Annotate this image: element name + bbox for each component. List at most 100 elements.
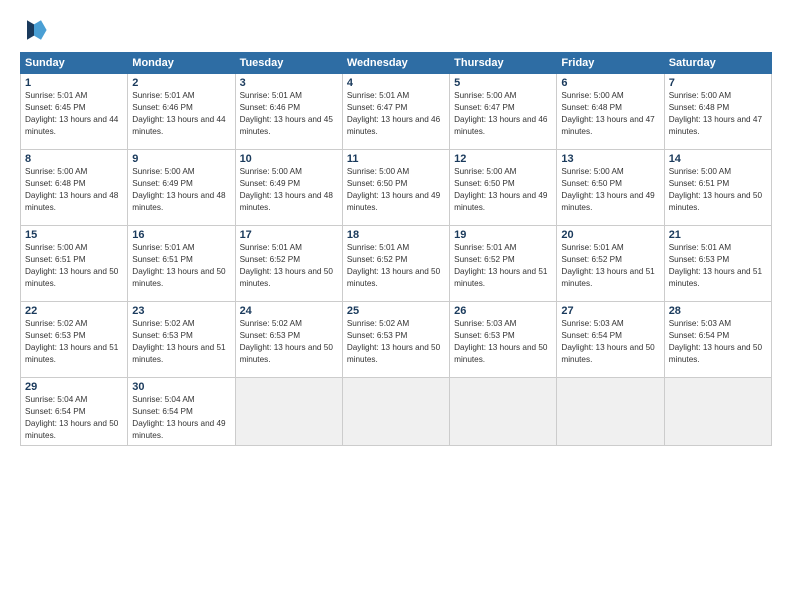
calendar-cell: 30Sunrise: 5:04 AMSunset: 6:54 PMDayligh…	[128, 378, 235, 446]
day-info: Sunrise: 5:00 AMSunset: 6:49 PMDaylight:…	[132, 166, 230, 214]
day-number: 4	[347, 77, 445, 89]
day-info: Sunrise: 5:00 AMSunset: 6:48 PMDaylight:…	[561, 90, 659, 138]
calendar-cell: 10Sunrise: 5:00 AMSunset: 6:49 PMDayligh…	[235, 150, 342, 226]
day-info: Sunrise: 5:00 AMSunset: 6:50 PMDaylight:…	[454, 166, 552, 214]
calendar-cell: 2Sunrise: 5:01 AMSunset: 6:46 PMDaylight…	[128, 74, 235, 150]
day-number: 14	[669, 153, 767, 165]
calendar-cell: 6Sunrise: 5:00 AMSunset: 6:48 PMDaylight…	[557, 74, 664, 150]
calendar-cell: 25Sunrise: 5:02 AMSunset: 6:53 PMDayligh…	[342, 302, 449, 378]
weekday-header: Monday	[128, 53, 235, 74]
day-info: Sunrise: 5:02 AMSunset: 6:53 PMDaylight:…	[132, 318, 230, 366]
day-info: Sunrise: 5:01 AMSunset: 6:52 PMDaylight:…	[347, 242, 445, 290]
calendar-week-row: 15Sunrise: 5:00 AMSunset: 6:51 PMDayligh…	[21, 226, 772, 302]
day-info: Sunrise: 5:01 AMSunset: 6:51 PMDaylight:…	[132, 242, 230, 290]
day-number: 9	[132, 153, 230, 165]
day-info: Sunrise: 5:02 AMSunset: 6:53 PMDaylight:…	[240, 318, 338, 366]
day-number: 25	[347, 305, 445, 317]
calendar-cell: 23Sunrise: 5:02 AMSunset: 6:53 PMDayligh…	[128, 302, 235, 378]
day-info: Sunrise: 5:01 AMSunset: 6:53 PMDaylight:…	[669, 242, 767, 290]
calendar-cell: 5Sunrise: 5:00 AMSunset: 6:47 PMDaylight…	[450, 74, 557, 150]
calendar-cell: 20Sunrise: 5:01 AMSunset: 6:52 PMDayligh…	[557, 226, 664, 302]
calendar-cell: 3Sunrise: 5:01 AMSunset: 6:46 PMDaylight…	[235, 74, 342, 150]
logo	[20, 16, 50, 44]
calendar-cell: 17Sunrise: 5:01 AMSunset: 6:52 PMDayligh…	[235, 226, 342, 302]
calendar-cell: 11Sunrise: 5:00 AMSunset: 6:50 PMDayligh…	[342, 150, 449, 226]
calendar-cell	[450, 378, 557, 446]
day-number: 24	[240, 305, 338, 317]
weekday-header: Wednesday	[342, 53, 449, 74]
calendar-cell: 26Sunrise: 5:03 AMSunset: 6:53 PMDayligh…	[450, 302, 557, 378]
day-number: 17	[240, 229, 338, 241]
calendar-cell	[342, 378, 449, 446]
weekday-header: Sunday	[21, 53, 128, 74]
page: SundayMondayTuesdayWednesdayThursdayFrid…	[0, 0, 792, 612]
calendar-cell: 28Sunrise: 5:03 AMSunset: 6:54 PMDayligh…	[664, 302, 771, 378]
day-info: Sunrise: 5:04 AMSunset: 6:54 PMDaylight:…	[25, 394, 123, 442]
day-number: 15	[25, 229, 123, 241]
calendar-week-row: 1Sunrise: 5:01 AMSunset: 6:45 PMDaylight…	[21, 74, 772, 150]
day-info: Sunrise: 5:01 AMSunset: 6:46 PMDaylight:…	[240, 90, 338, 138]
day-info: Sunrise: 5:00 AMSunset: 6:48 PMDaylight:…	[669, 90, 767, 138]
calendar-cell	[557, 378, 664, 446]
day-info: Sunrise: 5:00 AMSunset: 6:48 PMDaylight:…	[25, 166, 123, 214]
header	[20, 16, 772, 44]
calendar-header-row: SundayMondayTuesdayWednesdayThursdayFrid…	[21, 53, 772, 74]
weekday-header: Friday	[557, 53, 664, 74]
day-info: Sunrise: 5:00 AMSunset: 6:50 PMDaylight:…	[561, 166, 659, 214]
day-number: 26	[454, 305, 552, 317]
calendar-cell: 18Sunrise: 5:01 AMSunset: 6:52 PMDayligh…	[342, 226, 449, 302]
calendar-cell: 16Sunrise: 5:01 AMSunset: 6:51 PMDayligh…	[128, 226, 235, 302]
calendar-cell: 14Sunrise: 5:00 AMSunset: 6:51 PMDayligh…	[664, 150, 771, 226]
calendar-cell: 1Sunrise: 5:01 AMSunset: 6:45 PMDaylight…	[21, 74, 128, 150]
day-number: 18	[347, 229, 445, 241]
day-number: 6	[561, 77, 659, 89]
logo-icon	[20, 16, 48, 44]
day-number: 7	[669, 77, 767, 89]
calendar-cell: 22Sunrise: 5:02 AMSunset: 6:53 PMDayligh…	[21, 302, 128, 378]
day-info: Sunrise: 5:01 AMSunset: 6:47 PMDaylight:…	[347, 90, 445, 138]
day-number: 3	[240, 77, 338, 89]
day-number: 5	[454, 77, 552, 89]
day-number: 16	[132, 229, 230, 241]
day-number: 21	[669, 229, 767, 241]
day-number: 8	[25, 153, 123, 165]
calendar-cell: 12Sunrise: 5:00 AMSunset: 6:50 PMDayligh…	[450, 150, 557, 226]
weekday-header: Thursday	[450, 53, 557, 74]
day-number: 11	[347, 153, 445, 165]
day-info: Sunrise: 5:03 AMSunset: 6:54 PMDaylight:…	[669, 318, 767, 366]
day-info: Sunrise: 5:01 AMSunset: 6:52 PMDaylight:…	[240, 242, 338, 290]
day-number: 27	[561, 305, 659, 317]
day-info: Sunrise: 5:00 AMSunset: 6:47 PMDaylight:…	[454, 90, 552, 138]
day-number: 2	[132, 77, 230, 89]
day-info: Sunrise: 5:01 AMSunset: 6:45 PMDaylight:…	[25, 90, 123, 138]
calendar-body: 1Sunrise: 5:01 AMSunset: 6:45 PMDaylight…	[21, 74, 772, 446]
day-info: Sunrise: 5:03 AMSunset: 6:54 PMDaylight:…	[561, 318, 659, 366]
day-info: Sunrise: 5:04 AMSunset: 6:54 PMDaylight:…	[132, 394, 230, 442]
day-info: Sunrise: 5:01 AMSunset: 6:52 PMDaylight:…	[561, 242, 659, 290]
calendar-cell: 15Sunrise: 5:00 AMSunset: 6:51 PMDayligh…	[21, 226, 128, 302]
calendar-cell	[235, 378, 342, 446]
day-info: Sunrise: 5:00 AMSunset: 6:51 PMDaylight:…	[669, 166, 767, 214]
calendar-cell	[664, 378, 771, 446]
day-info: Sunrise: 5:00 AMSunset: 6:51 PMDaylight:…	[25, 242, 123, 290]
calendar-cell: 21Sunrise: 5:01 AMSunset: 6:53 PMDayligh…	[664, 226, 771, 302]
calendar-cell: 9Sunrise: 5:00 AMSunset: 6:49 PMDaylight…	[128, 150, 235, 226]
day-number: 30	[132, 381, 230, 393]
calendar-week-row: 22 Sunrise: 5:02 AMSunset: 6:53 PMDayligh…	[21, 302, 772, 378]
calendar-week-row: 29Sunrise: 5:04 AMSunset: 6:54 PMDayligh…	[21, 378, 772, 446]
calendar-cell: 24Sunrise: 5:02 AMSunset: 6:53 PMDayligh…	[235, 302, 342, 378]
day-number: 13	[561, 153, 659, 165]
day-number: 22	[25, 305, 123, 317]
day-number: 12	[454, 153, 552, 165]
weekday-header: Saturday	[664, 53, 771, 74]
day-number: 20	[561, 229, 659, 241]
day-number: 10	[240, 153, 338, 165]
day-info: Sunrise: 5:00 AMSunset: 6:49 PMDaylight:…	[240, 166, 338, 214]
day-info: Sunrise: 5:02 AMSunset: 6:53 PMDaylight:…	[347, 318, 445, 366]
calendar-cell: 27Sunrise: 5:03 AMSunset: 6:54 PMDayligh…	[557, 302, 664, 378]
day-info: Sunrise: 5:01 AMSunset: 6:52 PMDaylight:…	[454, 242, 552, 290]
day-number: 1	[25, 77, 123, 89]
calendar-cell: 7Sunrise: 5:00 AMSunset: 6:48 PMDaylight…	[664, 74, 771, 150]
day-number: 23	[132, 305, 230, 317]
calendar-week-row: 8Sunrise: 5:00 AMSunset: 6:48 PMDaylight…	[21, 150, 772, 226]
